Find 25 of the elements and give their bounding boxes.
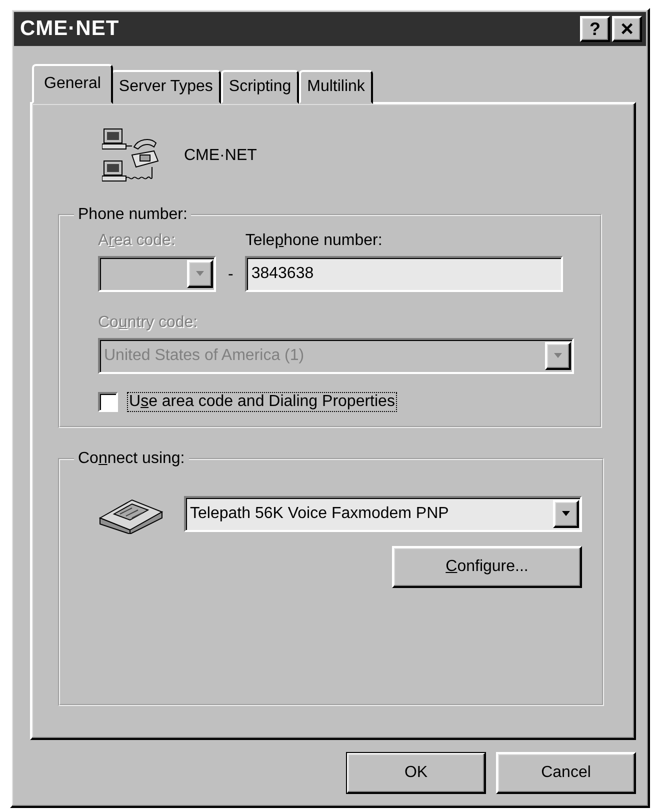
dropdown-arrow-icon xyxy=(553,353,563,359)
group-title: Connect using: xyxy=(77,450,186,468)
group-title: Phone number: xyxy=(77,206,188,224)
tab[interactable]: General xyxy=(32,64,113,104)
cancel-button[interactable]: Cancel xyxy=(496,752,636,794)
checkbox[interactable] xyxy=(98,392,118,412)
modem-dropdown[interactable]: Telepath 56K Voice Faxmodem PNP xyxy=(184,496,582,532)
area-code-label: Area code: xyxy=(98,232,176,250)
area-code-dropdown[interactable] xyxy=(98,256,216,292)
help-button[interactable]: ? xyxy=(580,16,610,42)
configure-button[interactable]: Configure... xyxy=(392,546,582,588)
telephone-number-field[interactable]: 3843638 xyxy=(245,256,564,292)
separator-dash: - xyxy=(228,266,234,285)
close-button[interactable]: × xyxy=(612,16,642,42)
dropdown-arrow-icon xyxy=(561,511,571,517)
tab[interactable]: Scripting xyxy=(220,70,300,104)
dropdown-arrow-icon xyxy=(195,271,205,277)
checkbox-label[interactable]: Use area code and Dialing Properties xyxy=(128,393,396,411)
tab[interactable]: Server Types xyxy=(110,70,221,104)
telephone-number-label: Telephone number: xyxy=(245,232,384,250)
connection-name: CME·NET xyxy=(184,147,257,165)
country-code-label: Country code: xyxy=(98,314,199,332)
window-title: CME·NET xyxy=(20,17,120,41)
ok-button[interactable]: OK xyxy=(346,752,486,794)
tab[interactable]: Multilink xyxy=(299,70,373,104)
